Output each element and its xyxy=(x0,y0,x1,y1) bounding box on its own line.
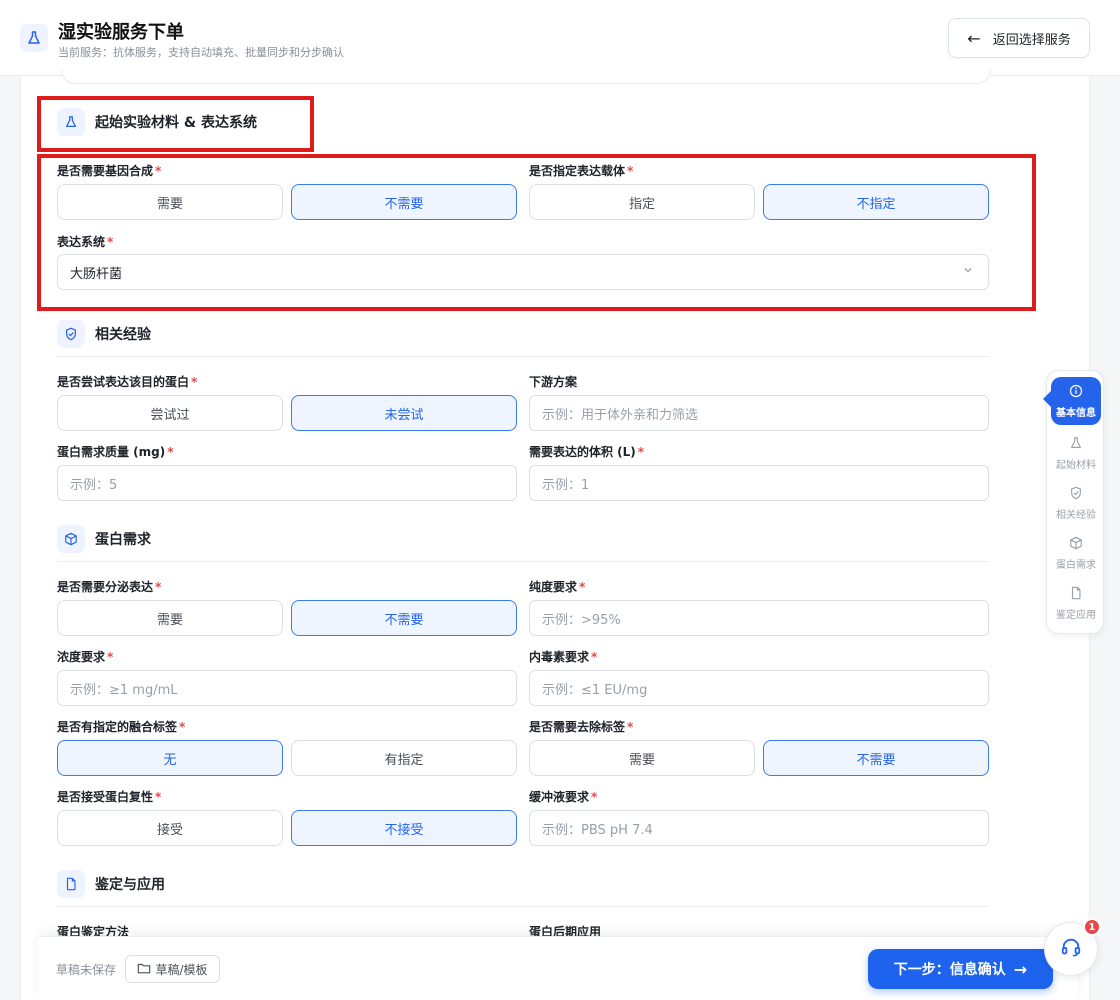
section-title: 蛋白需求 xyxy=(95,532,151,548)
footer-action-bar: 草稿未保存 草稿/模板 下一步：信息确认 → xyxy=(38,936,1078,1000)
fusion-tag-option-none[interactable]: 无 xyxy=(57,740,283,776)
tried-option-yes[interactable]: 尝试过 xyxy=(57,395,283,431)
refolding-option-accept[interactable]: 接受 xyxy=(57,810,283,846)
endotoxin-label: 内毒素要求 * xyxy=(529,650,598,664)
tried-label: 是否尝试表达该目的蛋白 * xyxy=(57,375,198,389)
remove-tag-label: 是否需要去除标签 * xyxy=(529,720,634,734)
sidenav-label: 基本信息 xyxy=(1056,407,1096,419)
previous-section-edge xyxy=(61,70,991,84)
info-icon xyxy=(1069,384,1083,401)
highlight-box-section-title xyxy=(37,96,314,152)
sidenav-label: 蛋白需求 xyxy=(1056,559,1096,571)
notification-badge: 1 xyxy=(1083,918,1101,936)
fusion-tag-label: 是否有指定的融合标签 * xyxy=(57,720,186,734)
downstream-input[interactable]: 示例：用于体外亲和力筛选 xyxy=(529,395,989,431)
purity-input[interactable]: 示例：>95% xyxy=(529,600,989,636)
endotoxin-input[interactable]: 示例：≤1 EU/mg xyxy=(529,670,989,706)
section-header-protein: 蛋白需求 xyxy=(57,525,151,553)
back-button-label: 返回选择服务 xyxy=(992,32,1071,48)
protein-mass-input[interactable]: 示例：5 xyxy=(57,465,517,501)
refolding-label: 是否接受蛋白复性 * xyxy=(57,790,162,804)
active-indicator xyxy=(1043,391,1051,407)
section-header-identification: 鉴定与应用 xyxy=(57,870,165,898)
cube-icon xyxy=(1069,536,1083,553)
flask-logo-icon xyxy=(20,24,48,52)
section-title: 鉴定与应用 xyxy=(95,877,165,893)
secretion-label: 是否需要分泌表达 * xyxy=(57,580,162,594)
cube-icon xyxy=(57,525,85,553)
shield-check-icon xyxy=(57,320,85,348)
next-step-button[interactable]: 下一步：信息确认 → xyxy=(868,949,1053,989)
purity-label: 纯度要求 * xyxy=(529,580,586,594)
section-title: 相关经验 xyxy=(95,327,151,343)
section-divider xyxy=(57,356,989,357)
app-header: 湿实验服务下单 当前服务：抗体服务，支持自动填充、批量同步和分步确认 ← 返回选… xyxy=(0,0,1120,76)
sidenav-label: 相关经验 xyxy=(1056,509,1096,521)
draft-status-text: 草稿未保存 xyxy=(56,963,117,977)
file-icon xyxy=(57,870,85,898)
sidenav-item-experience[interactable]: 相关经验 xyxy=(1051,479,1101,527)
protein-mass-label: 蛋白需求质量 (mg) * xyxy=(57,445,174,459)
draft-template-button[interactable]: 草稿/模板 xyxy=(125,955,220,983)
section-side-nav: 基本信息 起始材料 相关经验 蛋白需求 鉴定应用 xyxy=(1043,370,1104,634)
buffer-input[interactable]: 示例：PBS pH 7.4 xyxy=(529,810,989,846)
section-divider xyxy=(57,561,989,562)
page-subtitle: 当前服务：抗体服务，支持自动填充、批量同步和分步确认 xyxy=(58,46,344,59)
sidenav-item-protein[interactable]: 蛋白需求 xyxy=(1051,529,1101,577)
sidenav-label: 起始材料 xyxy=(1056,459,1096,471)
fusion-tag-option-specified[interactable]: 有指定 xyxy=(291,740,517,776)
sidenav-item-basic-info[interactable]: 基本信息 xyxy=(1051,377,1101,425)
remove-tag-option-yes[interactable]: 需要 xyxy=(529,740,755,776)
headset-icon xyxy=(1060,936,1082,962)
arrow-left-icon: ← xyxy=(967,28,981,48)
remove-tag-option-no[interactable]: 不需要 xyxy=(763,740,989,776)
next-step-label: 下一步：信息确认 xyxy=(893,962,1006,978)
back-to-services-button[interactable]: ← 返回选择服务 xyxy=(948,18,1090,58)
sidenav-item-identification[interactable]: 鉴定应用 xyxy=(1051,579,1101,627)
volume-input[interactable]: 示例：1 xyxy=(529,465,989,501)
arrow-right-icon: → xyxy=(1013,959,1028,979)
concentration-input[interactable]: 示例：≥1 mg/mL xyxy=(57,670,517,706)
highlight-box-section-fields xyxy=(37,154,1036,311)
section-header-experience: 相关经验 xyxy=(57,320,151,348)
volume-label: 需要表达的体积 (L) * xyxy=(529,445,645,459)
sidenav-item-materials[interactable]: 起始材料 xyxy=(1051,429,1101,477)
buffer-label: 缓冲液要求 * xyxy=(529,790,598,804)
downstream-label: 下游方案 xyxy=(529,375,578,389)
tried-option-no[interactable]: 未尝试 xyxy=(291,395,517,431)
concentration-label: 浓度要求 * xyxy=(57,650,114,664)
file-icon xyxy=(1069,586,1083,603)
sidenav-label: 鉴定应用 xyxy=(1056,609,1096,621)
shield-check-icon xyxy=(1069,486,1083,503)
draft-template-label: 草稿/模板 xyxy=(155,962,208,977)
secretion-option-yes[interactable]: 需要 xyxy=(57,600,283,636)
folder-icon xyxy=(137,961,151,978)
flask-icon xyxy=(1069,436,1083,453)
page-title: 湿实验服务下单 xyxy=(58,22,184,43)
section-divider xyxy=(57,906,989,907)
secretion-option-no[interactable]: 不需要 xyxy=(291,600,517,636)
refolding-option-reject[interactable]: 不接受 xyxy=(291,810,517,846)
